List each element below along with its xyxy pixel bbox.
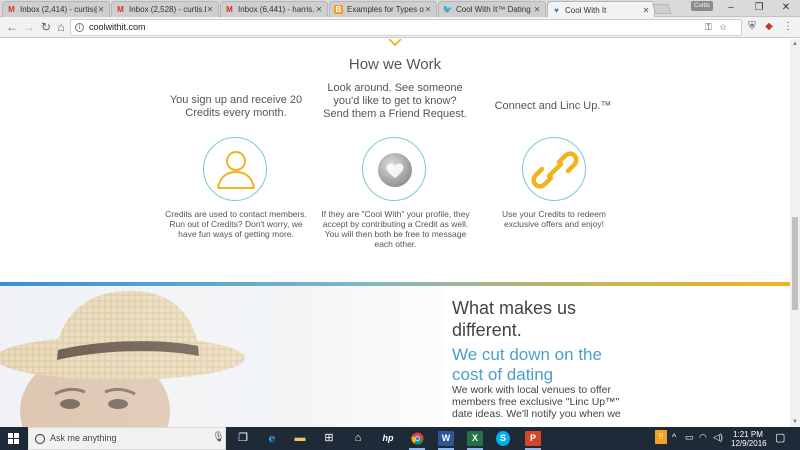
gmail-icon: M xyxy=(117,5,124,14)
tab-inbox-2[interactable]: M Inbox (2,528) - curtis.h ✕ xyxy=(111,1,219,17)
reload-icon[interactable]: ↻ xyxy=(38,19,54,35)
tab-title: Examples for Types of xyxy=(347,5,424,14)
close-icon[interactable]: ✕ xyxy=(206,5,214,14)
link-icon xyxy=(531,151,579,189)
step-2-heading: Look around. See someone you'd like to g… xyxy=(323,82,467,120)
word-icon[interactable]: W xyxy=(438,431,454,450)
battery-icon[interactable]: ▭ xyxy=(685,432,694,443)
tab-inbox-3[interactable]: M Inbox (6,441) - harris.c ✕ xyxy=(220,1,328,17)
twitter-icon: 🐦 xyxy=(442,5,453,14)
scroll-thumb[interactable] xyxy=(792,217,798,310)
chevron-down-icon xyxy=(388,39,402,46)
new-tab-button[interactable] xyxy=(652,4,672,14)
hero-photo xyxy=(0,286,445,427)
address-bar[interactable]: i coolwithit.com ⚿ ☆ xyxy=(70,19,742,36)
step-2-description: If they are "Cool With" your profile, th… xyxy=(321,209,470,249)
windows-start-icon[interactable] xyxy=(8,433,19,444)
blogger-icon: B xyxy=(334,5,343,14)
maximize-icon[interactable]: ❐ xyxy=(744,0,774,16)
section-title: How we Work xyxy=(348,56,442,73)
store-icon[interactable]: ⊞ xyxy=(321,431,337,446)
search-placeholder: Ask me anything xyxy=(50,433,117,443)
step-3-description: Use your Credits to redeem exclusive off… xyxy=(502,209,606,229)
close-icon[interactable]: ✕ xyxy=(97,5,105,14)
clock[interactable]: 1:21 PM 12/9/2016 xyxy=(731,430,767,448)
cortana-search-box[interactable]: Ask me anything 🎙 xyxy=(28,427,226,450)
step-1-description: Credits are used to contact members. Run… xyxy=(165,209,307,239)
microphone-icon[interactable]: 🎙 xyxy=(212,432,225,443)
back-arrow-icon[interactable]: ← xyxy=(4,19,20,35)
close-icon[interactable]: ✕ xyxy=(424,5,432,14)
shield-extension-icon[interactable]: ⛨ xyxy=(745,20,759,34)
hp-icon[interactable]: hp xyxy=(380,431,396,446)
close-icon[interactable]: ✕ xyxy=(533,5,541,14)
scroll-up-arrow-icon[interactable]: ▲ xyxy=(790,39,800,49)
home-icon[interactable]: ⌂ xyxy=(53,19,69,35)
window-close-icon[interactable]: ✕ xyxy=(771,0,800,16)
notification-app-icon[interactable]: !! xyxy=(655,430,667,444)
edge-icon[interactable]: e xyxy=(264,431,280,446)
forward-arrow-icon[interactable]: → xyxy=(21,19,37,35)
different-title: What makes us different. xyxy=(452,298,577,340)
minimize-icon[interactable]: – xyxy=(716,0,746,16)
vertical-scrollbar[interactable]: ▲ ▼ xyxy=(790,39,800,427)
star-icon[interactable]: ☆ xyxy=(719,22,727,33)
file-explorer-icon[interactable]: ▬ xyxy=(292,431,308,446)
home-app-icon[interactable]: ⌂ xyxy=(350,431,366,446)
gmail-icon: M xyxy=(226,5,233,14)
profile-button[interactable]: Curtis xyxy=(691,1,713,11)
cortana-icon xyxy=(35,434,45,444)
step-3-circle xyxy=(522,137,586,201)
info-icon[interactable]: i xyxy=(75,23,84,32)
tab-strip: M Inbox (2,414) - curtis@ ✕ M Inbox (2,5… xyxy=(0,0,800,18)
key-icon[interactable]: ⚿ xyxy=(705,22,712,33)
wifi-icon[interactable]: ◠ xyxy=(699,432,707,443)
browser-toolbar: ← → ↻ ⌂ i coolwithit.com ⚿ ☆ ⛨ ◆ ⋮ xyxy=(0,17,800,38)
step-1-circle xyxy=(203,137,267,201)
step-2-circle xyxy=(362,137,426,201)
action-center-icon[interactable]: ▢ xyxy=(775,431,785,444)
tab-inbox-1[interactable]: M Inbox (2,414) - curtis@ ✕ xyxy=(2,1,110,17)
gmail-icon: M xyxy=(8,5,15,14)
clock-time: 1:21 PM xyxy=(733,430,763,439)
tab-title: Inbox (2,528) - curtis.h xyxy=(129,5,206,14)
chrome-icon[interactable] xyxy=(409,431,425,450)
step-1-heading: You sign up and receive 20 Credits every… xyxy=(169,94,303,119)
task-view-icon[interactable]: ❐ xyxy=(235,431,251,446)
tab-title: Cool With It xyxy=(565,5,607,15)
tab-examples[interactable]: B Examples for Types of ✕ xyxy=(329,1,437,17)
excel-icon[interactable]: X xyxy=(467,431,483,450)
chevron-up-icon[interactable]: ^ xyxy=(672,432,676,442)
skype-icon[interactable]: S xyxy=(496,431,510,446)
step-3-heading: Connect and Linc Up.™ xyxy=(494,100,612,112)
different-subtitle: We cut down on the cost of dating xyxy=(452,345,602,384)
clock-date: 12/9/2016 xyxy=(731,439,767,448)
volume-icon[interactable]: ◁) xyxy=(713,432,723,443)
page-content: How we Work You sign up and receive 20 C… xyxy=(0,39,790,427)
man-in-straw-hat-image xyxy=(0,286,445,427)
windows-taskbar: Ask me anything 🎙 ❐ e ▬ ⊞ ⌂ hp W X S P !… xyxy=(0,427,800,450)
different-body: We work with local venues to offer membe… xyxy=(452,384,621,420)
heart-icon: ♥ xyxy=(554,5,559,15)
close-icon[interactable]: ✕ xyxy=(642,6,650,15)
extension-icon[interactable]: ◆ xyxy=(762,20,776,34)
tab-cool-with-it[interactable]: ♥ Cool With It ✕ xyxy=(547,1,655,18)
user-icon xyxy=(217,151,255,189)
powerpoint-icon[interactable]: P xyxy=(525,431,541,450)
menu-icon[interactable]: ⋮ xyxy=(781,20,795,34)
heart-icon xyxy=(378,153,412,187)
scroll-down-arrow-icon[interactable]: ▼ xyxy=(790,417,800,427)
tab-title: Inbox (6,441) - harris.c xyxy=(238,5,315,14)
tab-cool-with-it-dating[interactable]: 🐦 Cool With It™ Dating ✕ xyxy=(438,1,546,17)
tab-title: Cool With It™ Dating xyxy=(456,5,531,14)
close-icon[interactable]: ✕ xyxy=(315,5,323,14)
url-text: coolwithit.com xyxy=(89,22,146,32)
tab-title: Inbox (2,414) - curtis@ xyxy=(20,5,97,14)
